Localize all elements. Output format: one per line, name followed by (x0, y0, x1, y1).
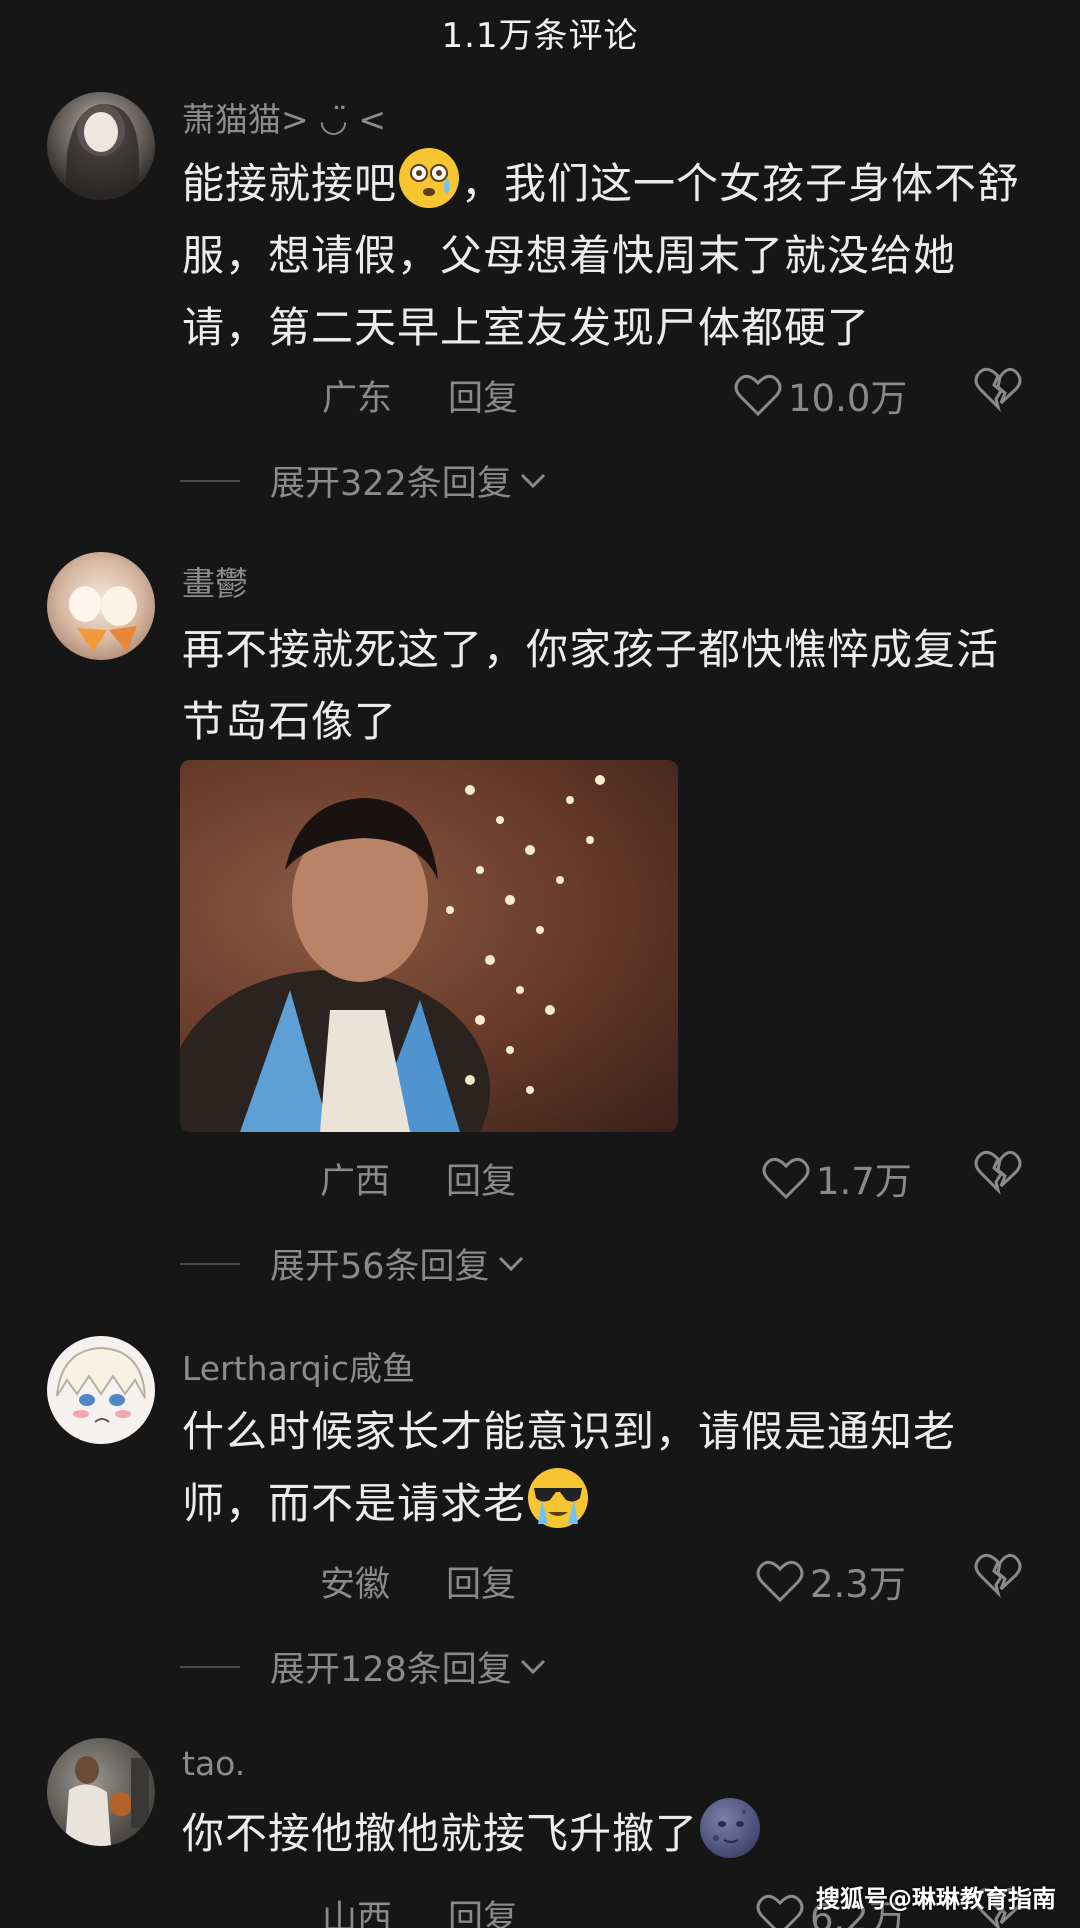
chevron-down-icon (520, 1659, 545, 1674)
heart-icon (756, 1894, 804, 1928)
expand-replies-button[interactable]: 展开56条回复 (180, 1238, 526, 1289)
like-button[interactable]: 1.7万 (762, 1151, 912, 1205)
username[interactable]: 萧猫猫> ◡̈ < (182, 93, 386, 141)
username[interactable]: Lertharqic咸鱼 (182, 1342, 415, 1390)
comment-text: 再不接就死这了，你家孩子都快憔悴成复活节岛石像了 (182, 614, 1022, 758)
avatar[interactable] (47, 552, 155, 660)
expand-replies-button[interactable]: 展开322条回复 (180, 455, 548, 506)
like-button[interactable]: 10.0万 (734, 368, 907, 422)
chevron-down-icon (520, 473, 545, 488)
comment-region: 广西 (320, 1162, 391, 1202)
dizzy-tear-emoji-icon (399, 148, 460, 208)
broken-heart-icon[interactable] (974, 1148, 1022, 1196)
comment-text: 什么时候家长才能意识到，请假是通知老师，而不是请求老 (182, 1396, 1022, 1540)
divider-line (180, 1665, 240, 1668)
expand-replies-button[interactable]: 展开128条回复 (180, 1641, 548, 1692)
comment-region: 广东 (322, 379, 393, 419)
expand-replies-label: 展开322条回复 (270, 464, 512, 504)
dark-moon-emoji-icon (700, 1798, 761, 1858)
expand-replies-label: 展开56条回复 (270, 1247, 490, 1287)
broken-heart-icon[interactable] (974, 1551, 1022, 1599)
comment-text: 能接就接吧 ，我们这一个女孩子身体不舒服，想请假，父母想着快周末了就没给她请，第二… (182, 148, 1022, 364)
comment-region: 安徽 (320, 1565, 391, 1605)
reply-button[interactable]: 回复 (446, 1556, 516, 1607)
avatar[interactable] (47, 92, 155, 200)
comment-text-start: 再不接就死这了，你家孩子都快憔悴成复活节岛石像了 (182, 625, 1000, 746)
username[interactable]: tao. (182, 1744, 245, 1783)
reply-button[interactable]: 回复 (448, 370, 518, 421)
like-count: 10.0万 (788, 377, 908, 420)
heart-icon (756, 1560, 804, 1603)
comments-header-title: 1.1万条评论 (441, 16, 639, 56)
comment-text-start: 能接就接吧 (182, 159, 398, 208)
comment-text: 你不接他撤他就接飞升撤了 (182, 1798, 1022, 1870)
heart-icon (734, 374, 782, 417)
avatar[interactable] (47, 1738, 155, 1846)
avatar[interactable] (47, 1336, 155, 1444)
like-count: 1.7万 (816, 1160, 912, 1203)
comment-image[interactable] (180, 760, 678, 1132)
heart-icon (762, 1157, 810, 1200)
watermark: 搜狐号@琳琳教育指南 (816, 1885, 1056, 1913)
reply-button[interactable]: 回复 (448, 1890, 518, 1928)
broken-heart-icon[interactable] (974, 365, 1022, 413)
comment-region: 山西 (322, 1899, 393, 1928)
username[interactable]: 畫鬱 (182, 557, 248, 605)
expand-replies-label: 展开128条回复 (270, 1650, 512, 1690)
like-button[interactable]: 2.3万 (756, 1554, 906, 1608)
chevron-down-icon (498, 1256, 523, 1271)
comment-text-start: 你不接他撤他就接飞升撤了 (182, 1809, 699, 1858)
sunglasses-cry-emoji-icon (528, 1468, 589, 1528)
divider-line (180, 1262, 240, 1265)
divider-line (180, 479, 240, 482)
reply-button[interactable]: 回复 (446, 1153, 516, 1204)
like-count: 2.3万 (810, 1563, 906, 1606)
